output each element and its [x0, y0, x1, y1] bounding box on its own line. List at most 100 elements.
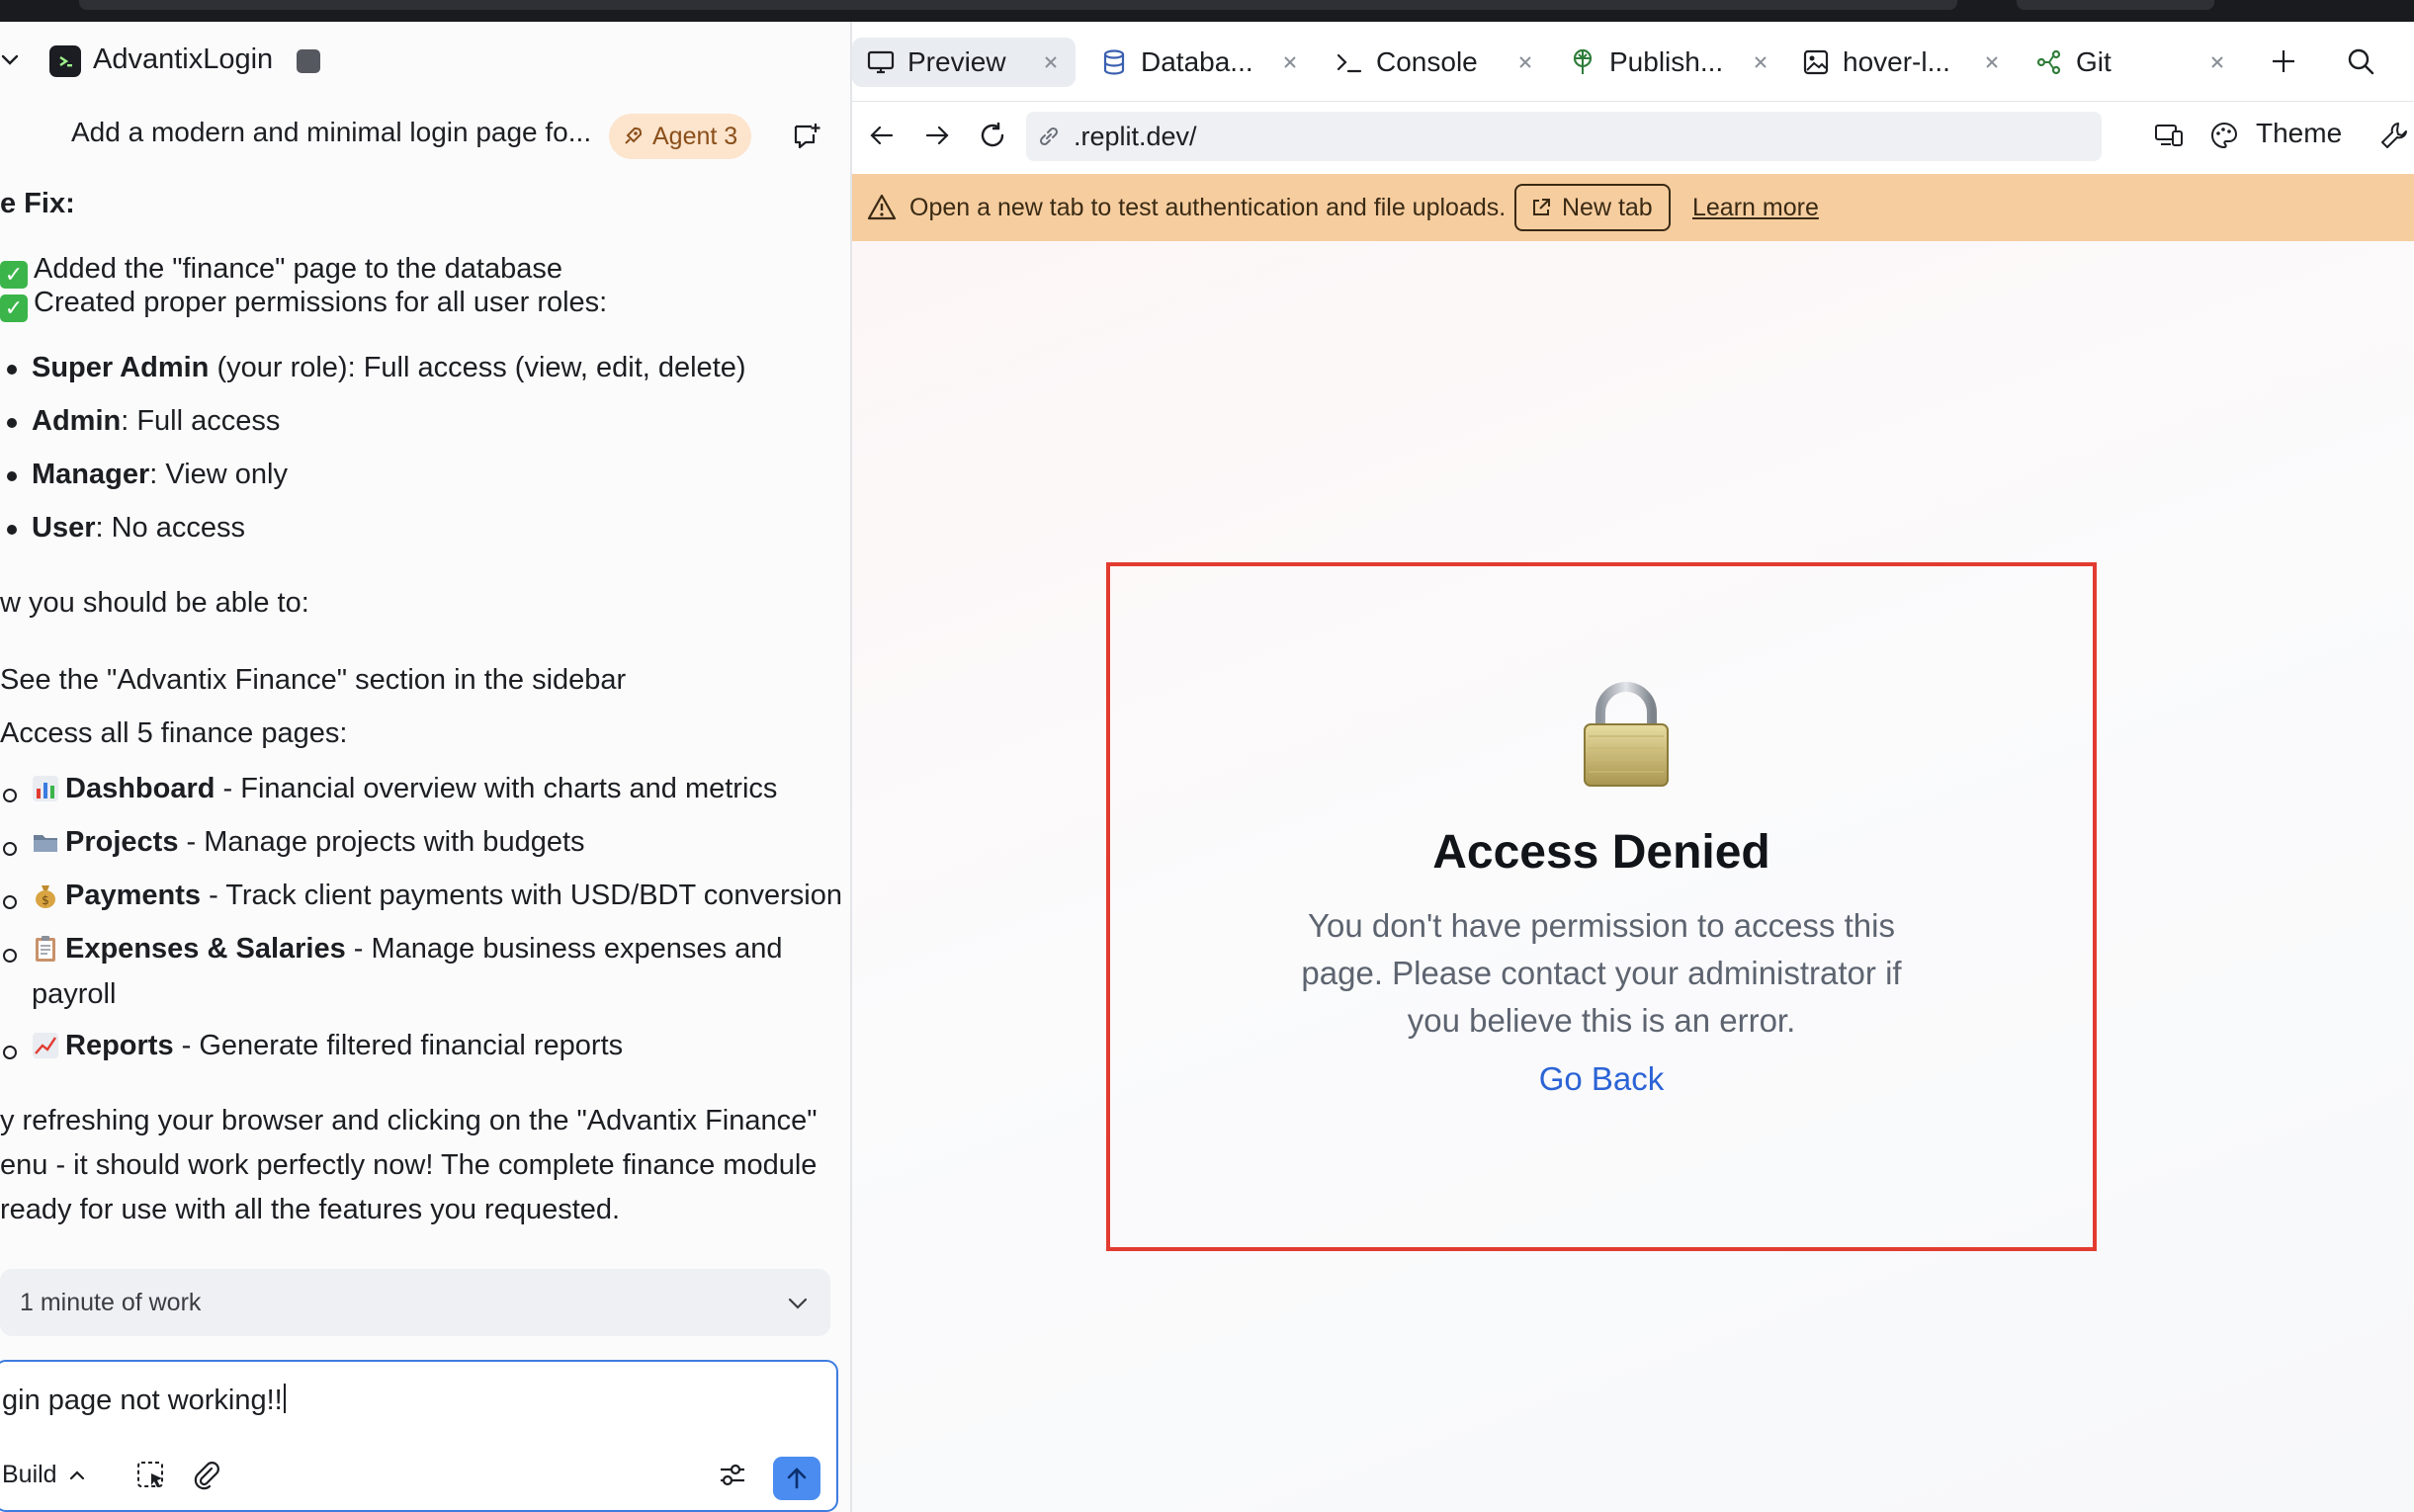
chat-input[interactable]: gin page not working!! Build — [0, 1360, 838, 1512]
search-icon[interactable] — [2345, 45, 2376, 77]
circle-bullet-icon — [3, 895, 17, 909]
error-message: You don't have permission to access this… — [1301, 907, 1902, 1039]
money-bag-emoji-icon: $ — [36, 885, 55, 908]
go-back-link[interactable]: Go Back — [1110, 1060, 2093, 1098]
svg-text:$: $ — [42, 893, 49, 907]
finance-page-item: Expenses & Salaries - Manage business ex… — [32, 933, 782, 966]
tab-hover-login[interactable]: hover-l... — [1787, 38, 2011, 87]
tab-git[interactable]: Git — [2021, 38, 2244, 87]
circle-bullet-icon — [3, 1046, 17, 1059]
chat-panel: AdvantixLogin Add a modern and minimal l… — [0, 22, 850, 1512]
close-icon[interactable] — [1981, 51, 2003, 73]
bullet-icon — [7, 525, 17, 535]
bar-chart-emoji-icon — [33, 776, 58, 801]
finance-page-item: $ Payments - Track client payments with U… — [32, 880, 842, 912]
chevron-down-icon[interactable] — [0, 47, 24, 71]
image-icon — [1803, 49, 1829, 75]
work-summary-label: 1 minute of work — [20, 1289, 202, 1316]
close-icon[interactable] — [2206, 51, 2228, 73]
check-mark-icon: ✓ — [0, 294, 28, 322]
wrench-icon[interactable] — [2378, 120, 2410, 151]
project-name[interactable]: AdvantixLogin — [93, 43, 273, 76]
tab-label: Databa... — [1141, 46, 1253, 77]
select-element-icon[interactable] — [134, 1459, 168, 1492]
reload-icon[interactable] — [977, 120, 1008, 151]
clipboard-emoji-icon — [36, 936, 55, 962]
info-banner: Open a new tab to test authentication an… — [852, 174, 2414, 241]
theme-button[interactable]: Theme — [2256, 118, 2342, 149]
browser-top-strip — [0, 0, 2414, 22]
tab-database[interactable]: Databa... — [1085, 38, 1309, 87]
link-icon — [1039, 126, 1059, 146]
circle-bullet-icon — [3, 789, 17, 802]
publish-icon — [1573, 48, 1593, 74]
message-text: payroll — [32, 978, 117, 1010]
close-icon[interactable] — [1279, 51, 1301, 73]
role-item: Manager: View only — [32, 459, 288, 490]
forward-arrow-icon[interactable] — [921, 120, 953, 151]
message-text: ready for use with all the features you … — [0, 1194, 621, 1225]
agent-badge[interactable]: Agent 3 — [609, 114, 752, 159]
rocket-icon — [625, 126, 643, 144]
address-bar-row: .replit.dev/ Theme — [852, 101, 2414, 170]
chat-title[interactable]: Add a modern and minimal login page fo..… — [71, 117, 591, 148]
learn-more-link[interactable]: Learn more — [1692, 194, 1819, 222]
circle-bullet-icon — [3, 842, 17, 856]
page-title: Access Denied — [1432, 826, 1770, 879]
lock-icon — [1584, 682, 1669, 787]
role-item: Super Admin (your role): Full access (vi… — [32, 352, 746, 383]
mode-selector[interactable]: Build — [2, 1461, 87, 1489]
chevron-up-icon — [69, 1470, 84, 1479]
role-item: User: No access — [32, 512, 245, 544]
workspace-tabbar: Preview Databa... Console Publish... hov… — [852, 22, 2414, 101]
url-field[interactable]: .replit.dev/ — [1026, 112, 2102, 161]
project-logo-icon — [49, 45, 81, 77]
banner-message: Open a new tab to test authentication an… — [909, 194, 1507, 221]
warning-icon — [867, 194, 897, 220]
browser-tab-strip — [2017, 0, 2214, 10]
mode-label: Build — [2, 1461, 57, 1488]
back-arrow-icon[interactable] — [866, 120, 898, 151]
add-tab-icon[interactable] — [2268, 45, 2299, 77]
project-bar: AdvantixLogin — [0, 22, 850, 101]
message-text: Access all 5 finance pages: — [0, 717, 348, 749]
bullet-icon — [7, 365, 17, 375]
agent-badge-label: Agent 3 — [652, 122, 738, 150]
new-chat-icon[interactable] — [791, 121, 822, 152]
palette-icon[interactable] — [2208, 120, 2240, 151]
close-icon[interactable] — [1514, 51, 1536, 73]
devices-icon[interactable] — [2153, 120, 2185, 151]
text-caret — [283, 1384, 286, 1413]
settings-sliders-icon[interactable] — [716, 1459, 749, 1492]
git-icon — [2036, 49, 2061, 75]
chevron-down-icon — [788, 1298, 808, 1309]
new-tab-button[interactable]: New tab — [1514, 184, 1671, 231]
tab-preview[interactable]: Preview — [852, 38, 1076, 87]
message-text: See the "Advantix Finance" section in th… — [0, 664, 627, 696]
tab-console[interactable]: Console — [1321, 38, 1544, 87]
tab-label: Console — [1376, 46, 1478, 77]
send-button[interactable] — [773, 1457, 820, 1500]
role-item: Admin: Full access — [32, 405, 281, 437]
chat-input-value[interactable]: gin page not working!! — [2, 1384, 286, 1417]
tab-publish[interactable]: Publish... — [1554, 38, 1777, 87]
fix-item: ✓ Created proper permissions for all user… — [0, 287, 607, 322]
external-link-icon — [1533, 199, 1550, 215]
check-mark-icon: ✓ — [0, 261, 28, 289]
new-tab-label: New tab — [1562, 193, 1653, 221]
finance-page-item: Dashboard - Financial overview with char… — [32, 773, 777, 805]
close-icon[interactable] — [1040, 51, 1062, 73]
paperclip-icon[interactable] — [190, 1459, 223, 1492]
bullet-icon — [7, 471, 17, 481]
close-icon[interactable] — [1750, 51, 1771, 73]
stop-icon[interactable] — [297, 49, 320, 73]
url-text[interactable]: .replit.dev/ — [1074, 122, 1197, 152]
bullet-icon — [7, 418, 17, 428]
message-text: w you should be able to: — [0, 587, 309, 619]
app-preview: Access Denied You don't have permission … — [852, 241, 2414, 1512]
message-text: y refreshing your browser and clicking o… — [0, 1105, 818, 1136]
folder-emoji-icon — [34, 835, 57, 852]
fix-item: ✓ Added the "finance" page to the databas… — [0, 253, 562, 289]
work-summary[interactable]: 1 minute of work — [0, 1269, 830, 1336]
chart-up-emoji-icon — [33, 1033, 58, 1058]
